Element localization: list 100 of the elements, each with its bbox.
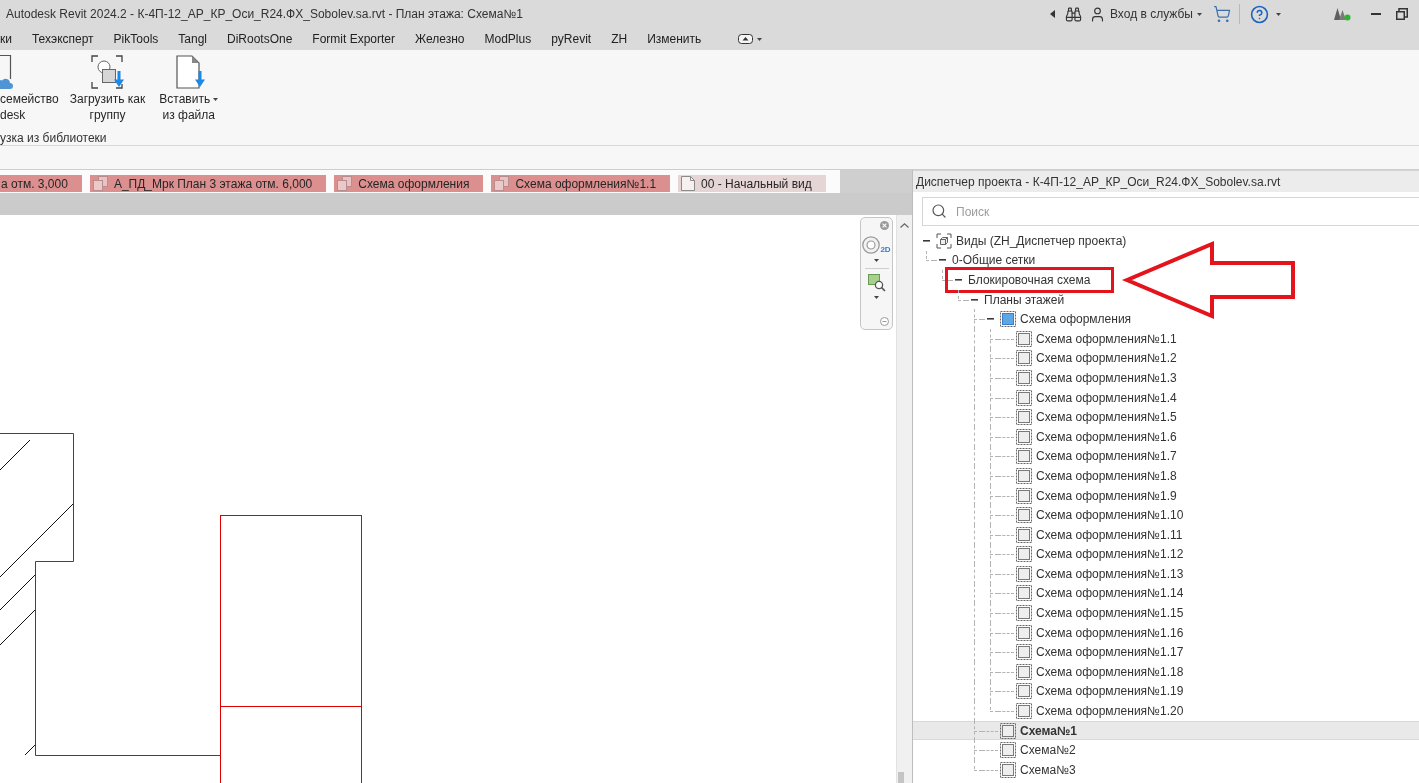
ribbon-toggle-button[interactable]	[738, 34, 763, 44]
close-icon[interactable]	[880, 221, 889, 230]
cart-icon[interactable]	[1213, 5, 1231, 23]
tree-item[interactable]: Схема оформления№1.13	[1016, 565, 1184, 582]
tree-item[interactable]: Схема№1	[1000, 722, 1077, 739]
tree-item[interactable]: Схема оформления№1.15	[1016, 605, 1184, 622]
dashed-square-icon	[1016, 624, 1032, 641]
ribbon-tab[interactable]: pyRevit	[546, 29, 597, 49]
dashed-square-icon	[1016, 565, 1032, 582]
tree-item[interactable]: Схема оформления№1.20	[1016, 703, 1184, 720]
tree-item[interactable]: Схема оформления№1.6	[1016, 428, 1177, 445]
tree-item[interactable]: Схема оформления№1.16	[1016, 624, 1184, 641]
caret-icon	[1197, 12, 1202, 16]
ribbon-button[interactable]: семейство desk	[0, 54, 59, 124]
user-icon[interactable]	[1089, 5, 1106, 23]
collapse-circle-icon[interactable]	[880, 317, 889, 326]
ribbon-button[interactable]: Вставить из файла	[156, 54, 222, 124]
scroll-up-icon[interactable]	[900, 223, 909, 228]
group-load-icon	[89, 54, 126, 90]
ribbon-tab[interactable]: PikTools	[108, 29, 164, 49]
ribbon-tab[interactable]: DiRootsOne	[222, 29, 298, 49]
panel-title: узка из библиотеки	[0, 131, 107, 145]
search-icon	[931, 203, 947, 219]
view-tab[interactable]: Схема оформления№1.1	[491, 175, 671, 192]
dashed-square-icon	[1016, 369, 1032, 386]
view-tab[interactable]: Схема оформления	[334, 175, 484, 192]
dashed-square-icon	[1016, 663, 1032, 680]
tree-item[interactable]: Схема оформления№1.8	[1016, 467, 1177, 484]
tree-item[interactable]: Схема оформления№1.17	[1016, 644, 1184, 661]
help-button[interactable]	[1250, 4, 1281, 24]
tree-item[interactable]: Виды (ZH_Диспетчер проекта)	[936, 232, 1127, 249]
ribbon-tab[interactable]: Изменить	[642, 29, 707, 49]
dashed-square-icon	[1016, 409, 1032, 426]
ribbon-tab[interactable]: ки	[0, 29, 17, 49]
restore-icon[interactable]	[1396, 8, 1408, 20]
tree-item[interactable]: Схема оформления№1.9	[1016, 487, 1177, 504]
stacked-pages-icon	[494, 176, 510, 191]
caret-icon	[1276, 12, 1281, 16]
view-tab[interactable]: а отм. 3,000	[0, 175, 82, 192]
tree-item[interactable]: Планы этажей	[984, 292, 1065, 307]
tree-item[interactable]: Схема оформления№1.19	[1016, 683, 1184, 700]
wheel-button[interactable]: 2D	[862, 236, 891, 254]
tree-item[interactable]: Схема оформления№1.18	[1016, 663, 1184, 680]
dashed-square-icon	[1016, 703, 1032, 720]
dashed-square-icon	[1016, 683, 1032, 700]
tree-item[interactable]: 0-Общие сетки	[952, 253, 1036, 268]
tree-item[interactable]: Схема оформления№1.2	[1016, 350, 1177, 367]
dashed-square-icon	[1016, 546, 1032, 563]
dashed-square-icon	[1016, 428, 1032, 445]
dashed-square-icon	[1016, 585, 1032, 602]
window-title: Autodesk Revit 2024.2 - К-4П-12_АР_КР_Оси_R24.ФХ_Sobolev.sa.rvt - План этажа: Схема№1	[6, 7, 523, 21]
tree-item[interactable]: Схема№3	[1000, 761, 1076, 778]
tree-item[interactable]: Схема оформления№1.4	[1016, 389, 1177, 406]
dashed-square-icon	[1016, 507, 1032, 524]
filled-square-icon	[1000, 311, 1016, 328]
panel-toggle-icon	[738, 34, 754, 44]
dashed-square-icon	[1016, 448, 1032, 465]
tree-item[interactable]: Схема оформления№1.3	[1016, 369, 1177, 386]
ribbon-tab[interactable]: ZH	[606, 29, 633, 49]
ribbon-tab[interactable]: Техэксперт	[26, 29, 99, 49]
dashed-square-icon	[1000, 742, 1016, 759]
caret-icon[interactable]	[874, 296, 879, 299]
dashed-square-icon	[1016, 467, 1032, 484]
tree-item[interactable]: Схема оформления№1.7	[1016, 448, 1177, 465]
sign-in-button[interactable]: Вход в службы	[1110, 7, 1202, 21]
tree-item[interactable]: Схема оформления№1.10	[1016, 507, 1184, 524]
scrollbar-thumb[interactable]	[898, 772, 904, 783]
tree-item[interactable]: Схема оформления№1.5	[1016, 409, 1177, 426]
ribbon-button[interactable]: Загрузить как группу	[66, 54, 149, 124]
tree-item[interactable]: Схема№2	[1000, 742, 1076, 759]
stacked-pages-icon	[92, 176, 108, 191]
tree-item[interactable]: Схема оформления№1.11	[1016, 526, 1183, 543]
view-tab[interactable]: А_ПД_Мрк План 3 этажа отм. 6,000	[89, 175, 327, 192]
ribbon-tab[interactable]: Tangl	[173, 29, 212, 49]
caret-icon[interactable]	[874, 259, 879, 262]
collapse-icon[interactable]	[986, 318, 994, 321]
dashed-square-icon	[1016, 644, 1032, 661]
collapse-icon[interactable]	[970, 298, 978, 301]
view-tab[interactable]: 00 - Начальный вид	[678, 175, 826, 192]
panel-title: Диспетчер проекта - К-4П-12_АР_КР_Оси_R24.ФХ_Sobolev.sa.rvt	[916, 174, 1281, 189]
binoculars-icon[interactable]	[1065, 5, 1082, 23]
scrollbar[interactable]	[896, 215, 912, 783]
framed-cube-icon	[936, 232, 952, 249]
tree-item[interactable]: Схема оформления	[1000, 311, 1132, 328]
dashed-square-icon	[1000, 761, 1016, 778]
ribbon-tab[interactable]: Железно	[410, 29, 470, 49]
ribbon-tab[interactable]: ModPlus	[479, 29, 537, 49]
dashed-square-icon	[1016, 605, 1032, 622]
dashed-square-icon	[1016, 330, 1032, 347]
collapse-icon[interactable]	[938, 259, 946, 262]
tree-item[interactable]: Блокировочная схема	[968, 273, 1091, 287]
peaks-status-icon[interactable]	[1333, 7, 1351, 21]
ribbon-tab[interactable]: Formit Exporter	[307, 29, 401, 49]
tree-item[interactable]: Схема оформления№1.14	[1016, 585, 1184, 602]
collapse-icon[interactable]	[922, 239, 930, 242]
caret-left-icon[interactable]	[1050, 10, 1055, 18]
tree-item[interactable]: Схема оформления№1.12	[1016, 546, 1184, 563]
zoom-icon[interactable]	[867, 274, 886, 291]
tree-item[interactable]: Схема оформления№1.1	[1016, 330, 1177, 347]
search-field[interactable]: Поиск	[922, 197, 1419, 226]
